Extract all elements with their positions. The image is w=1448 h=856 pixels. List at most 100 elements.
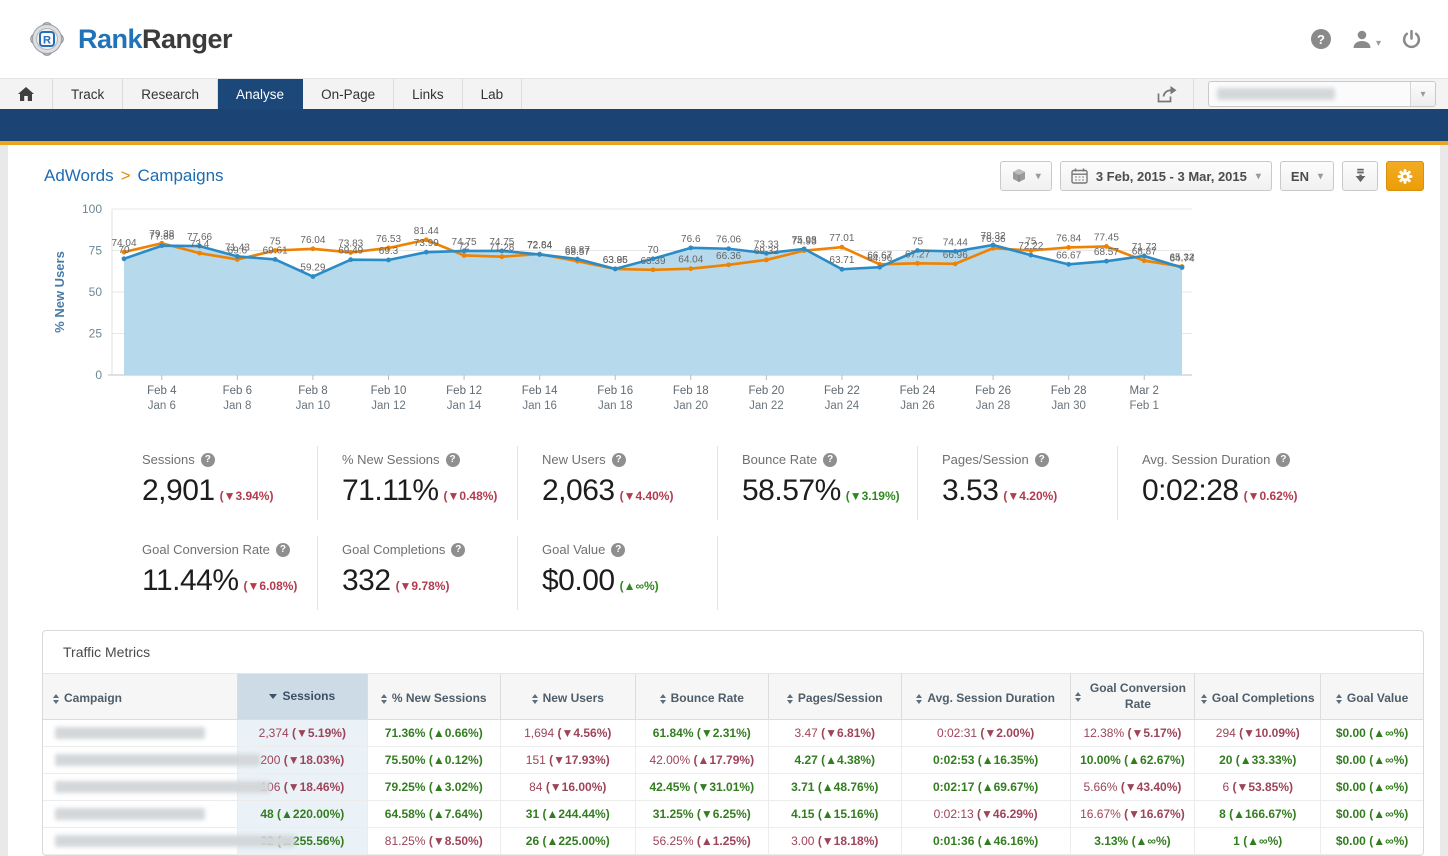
date-range-value: 3 Feb, 2015 - 3 Mar, 2015 (1096, 169, 1247, 184)
date-range-picker[interactable]: 3 Feb, 2015 - 3 Mar, 2015 ▾ (1060, 161, 1272, 191)
sort-icon (53, 694, 59, 704)
svg-text:74.44: 74.44 (943, 237, 968, 248)
svg-text:63.71: 63.71 (829, 255, 854, 266)
line-chart-svg[interactable]: 0255075100% New Users7077.8877.6671.4369… (50, 199, 1200, 415)
metric-cell: 0:02:53 (▲16.35%) (901, 747, 1070, 774)
metric-cell: 31.25% (▼6.25%) (635, 801, 768, 828)
svg-text:76.04: 76.04 (300, 235, 325, 246)
help-icon[interactable]: ? (612, 453, 626, 467)
share-icon (1156, 85, 1177, 104)
svg-text:77.01: 77.01 (829, 233, 854, 244)
profile-selector[interactable]: ▾ (1208, 81, 1436, 107)
metric-card-sessions: Sessions?2,901(▼3.94%) (118, 446, 318, 520)
settings-button[interactable] (1386, 161, 1424, 191)
svg-text:66.67: 66.67 (1056, 250, 1081, 261)
campaign-cell-redacted[interactable] (43, 747, 237, 774)
column-header-sessions[interactable]: Sessions (237, 674, 367, 720)
cube-icon (1011, 168, 1027, 184)
help-icon[interactable]: ? (1035, 453, 1049, 467)
svg-text:74.04: 74.04 (111, 238, 136, 249)
table-row: 48 (▲220.00%)64.58% (▲7.64%)31 (▲244.44%… (43, 801, 1423, 828)
help-icon[interactable]: ? (451, 543, 465, 557)
breadcrumb: AdWords>Campaigns (44, 166, 224, 186)
metric-cell: 4.27 (▲4.38%) (768, 747, 901, 774)
redacted-campaign-name (55, 781, 270, 793)
breadcrumb-section[interactable]: AdWords (44, 166, 114, 185)
breadcrumb-page[interactable]: Campaigns (138, 166, 224, 185)
svg-text:66.36: 66.36 (716, 251, 741, 262)
column-header--new-sessions[interactable]: % New Sessions (367, 674, 500, 720)
column-header-pages-session[interactable]: Pages/Session (768, 674, 901, 720)
main-nav: TrackResearchAnalyseOn-PageLinksLab ▾ (0, 78, 1448, 109)
download-button[interactable] (1342, 161, 1378, 191)
metric-cell: 8 (▲166.67%) (1195, 801, 1321, 828)
metric-cell: 26 (▲225.00%) (500, 828, 635, 855)
campaign-cell-redacted[interactable] (43, 828, 237, 855)
column-header-new-users[interactable]: New Users (500, 674, 635, 720)
table-row: 2,374 (▼5.19%)71.36% (▲0.66%)1,694 (▼4.5… (43, 720, 1423, 747)
metric-cell: 6 (▼53.85%) (1195, 774, 1321, 801)
brand-text: RankRanger (78, 24, 232, 55)
metric-cell: 0:02:31 (▼2.00%) (901, 720, 1070, 747)
svg-text:Jan 22: Jan 22 (749, 400, 784, 412)
logo-badge-icon: R (26, 18, 68, 60)
svg-text:75: 75 (89, 244, 103, 258)
svg-text:76.36: 76.36 (981, 234, 1006, 245)
column-header-goal-value[interactable]: Goal Value (1321, 674, 1423, 720)
nav-tab-lab[interactable]: Lab (463, 79, 523, 109)
column-header-goal-conversion-rate[interactable]: Goal Conversion Rate (1070, 674, 1195, 720)
help-icon[interactable]: ? (446, 453, 460, 467)
svg-text:Jan 26: Jan 26 (900, 400, 935, 412)
nav-tab-research[interactable]: Research (123, 79, 218, 109)
metric-label: Avg. Session Duration (1142, 452, 1270, 467)
logout-power-icon[interactable] (1401, 29, 1422, 50)
traffic-trend-chart[interactable]: 0255075100% New Users7077.8877.6671.4369… (50, 199, 1440, 420)
metric-cell: 84 (▼16.00%) (500, 774, 635, 801)
nav-tab-analyse[interactable]: Analyse (218, 79, 303, 109)
column-header-bounce-rate[interactable]: Bounce Rate (635, 674, 768, 720)
nav-tab-links[interactable]: Links (394, 79, 463, 109)
share-button[interactable] (1140, 85, 1193, 104)
svg-text:73.83: 73.83 (338, 238, 363, 249)
chevron-down-icon: ▾ (1318, 171, 1323, 182)
campaign-cell-redacted[interactable] (43, 774, 237, 801)
nav-home-tab[interactable] (0, 79, 53, 109)
nav-tab-on-page[interactable]: On-Page (303, 79, 394, 109)
rankranger-logo[interactable]: R RankRanger (26, 18, 232, 60)
column-header-campaign[interactable]: Campaign (43, 674, 237, 720)
svg-text:Feb 16: Feb 16 (597, 385, 633, 397)
help-icon[interactable]: ? (276, 543, 290, 557)
redacted-campaign-name (55, 808, 205, 820)
metric-card-pages-session: Pages/Session?3.53(▼4.20%) (918, 446, 1118, 520)
language-selector[interactable]: EN ▾ (1280, 161, 1334, 191)
metric-cell: $0.00 (▲∞%) (1321, 774, 1423, 801)
selector-caret-button[interactable]: ▾ (1410, 82, 1435, 106)
metric-cell: 5.66% (▼43.40%) (1070, 774, 1195, 801)
campaign-cell-redacted[interactable] (43, 801, 237, 828)
metric-cell: 1 (▲∞%) (1195, 828, 1321, 855)
help-icon[interactable]: ? (823, 453, 837, 467)
sort-icon (1075, 692, 1081, 702)
metric-label: New Users (542, 452, 606, 467)
metric-value: 3.53 (942, 474, 998, 507)
user-menu[interactable]: ▾ (1351, 29, 1381, 49)
metric-cell: 71.36% (▲0.66%) (367, 720, 500, 747)
svg-text:76.06: 76.06 (716, 235, 741, 246)
help-icon[interactable]: ? (1311, 29, 1331, 49)
table-row: 200 (▼18.03%)75.50% (▲0.12%)151 (▼17.93%… (43, 747, 1423, 774)
metric-value: 11.44% (142, 564, 239, 597)
svg-text:Jan 20: Jan 20 (674, 400, 709, 412)
help-icon[interactable]: ? (1276, 453, 1290, 467)
svg-text:Feb 12: Feb 12 (446, 385, 482, 397)
report-type-button[interactable]: ▾ (1000, 161, 1052, 191)
help-icon[interactable]: ? (611, 543, 625, 557)
column-header-goal-completions[interactable]: Goal Completions (1195, 674, 1321, 720)
svg-text:Feb 20: Feb 20 (748, 385, 784, 397)
metric-label: Bounce Rate (742, 452, 817, 467)
help-icon[interactable]: ? (201, 453, 215, 467)
sort-icon (1336, 694, 1342, 704)
nav-tab-track[interactable]: Track (53, 79, 123, 109)
campaign-cell-redacted[interactable] (43, 720, 237, 747)
redacted-campaign-name (55, 754, 260, 766)
column-header-avg-session-duration[interactable]: Avg. Session Duration (901, 674, 1070, 720)
